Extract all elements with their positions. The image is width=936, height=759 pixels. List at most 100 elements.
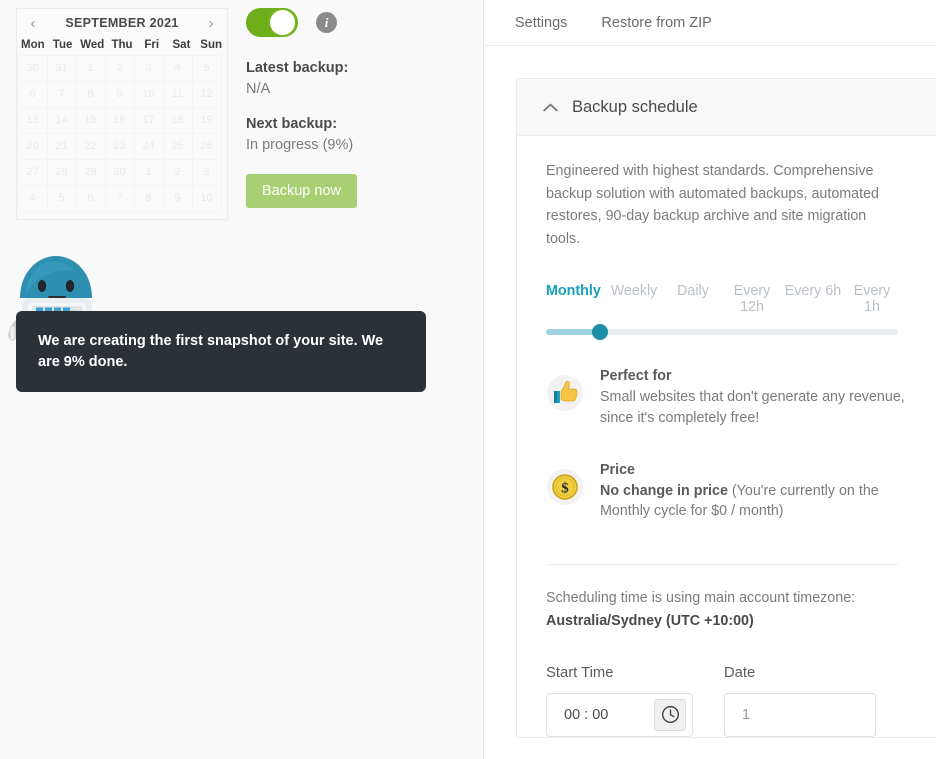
start-time-input[interactable]: 00 : 00: [546, 692, 693, 737]
frequency-option-every-1h[interactable]: Every 1h: [846, 283, 898, 315]
calendar-day-cell[interactable]: 6: [75, 184, 106, 212]
latest-backup-value: N/A: [246, 81, 271, 98]
timezone-note: Scheduling time is using main account ti…: [546, 590, 856, 607]
timezone-value: Australia/Sydney (UTC +10:00): [546, 613, 754, 630]
latest-backup-label: Latest backup:: [246, 60, 349, 76]
clock-icon[interactable]: [654, 698, 686, 731]
calendar-day-cell[interactable]: 29: [75, 158, 106, 186]
calendar-day-cell[interactable]: 14: [46, 106, 77, 134]
tab-restore-from-zip[interactable]: Restore from ZIP: [601, 15, 711, 31]
start-time-field: Start Time 00 : 00: [546, 665, 693, 737]
date-value: 1: [742, 706, 751, 723]
frequency-option-daily[interactable]: Daily: [662, 283, 724, 315]
date-input[interactable]: 1: [724, 692, 876, 737]
calendar-day-cell[interactable]: 25: [162, 132, 193, 160]
frequency-slider[interactable]: [546, 324, 898, 341]
calendar-weekday: Tue: [52, 39, 73, 51]
calendar-prev-month-icon[interactable]: ‹: [23, 16, 43, 31]
frequency-option-every-6h[interactable]: Every 6h: [780, 283, 846, 315]
calendar-weekday: Sun: [200, 39, 223, 51]
calendar-day-cell[interactable]: 7: [46, 80, 77, 108]
calendar-day-cell[interactable]: 5: [46, 184, 77, 212]
calendar-day-cell[interactable]: 8: [133, 184, 164, 212]
calendar-day-cell[interactable]: 27: [17, 158, 48, 186]
calendar-day-cell[interactable]: 4: [17, 184, 48, 212]
toggle-knob: [268, 8, 297, 37]
calendar-next-month-icon[interactable]: ›: [201, 16, 221, 31]
calendar-day-cell[interactable]: 5: [191, 54, 222, 82]
calendar-weekday: Fri: [144, 39, 160, 51]
calendar-day-cell[interactable]: 26: [191, 132, 222, 160]
calendar-day-cell[interactable]: 3: [133, 54, 164, 82]
backup-now-button[interactable]: Backup now: [246, 174, 357, 209]
calendar-day-cell[interactable]: 18: [162, 106, 193, 134]
feature-text-block: Price No change in price (You're current…: [600, 462, 906, 522]
calendar-day-cell[interactable]: 7: [104, 184, 135, 212]
calendar-day-cell[interactable]: 23: [104, 132, 135, 160]
schedule-fields: Start Time 00 : 00 Date 1: [546, 665, 910, 737]
frequency-option-weekly[interactable]: Weekly: [606, 283, 662, 315]
calendar-day-cell[interactable]: 12: [191, 80, 222, 108]
chevron-up-icon[interactable]: [543, 101, 558, 114]
date-field: Date 1: [724, 665, 876, 737]
slider-handle[interactable]: [591, 324, 608, 341]
right-panel: Settings Restore from ZIP Backup schedul…: [485, 0, 936, 759]
frequency-option-monthly[interactable]: Monthly: [546, 283, 606, 315]
feature-description: Small websites that don't generate any r…: [600, 389, 905, 427]
calendar-day-cell[interactable]: 2: [104, 54, 135, 82]
card-body: Engineered with highest standards. Compr…: [517, 136, 936, 737]
frequency-option-every-12h[interactable]: Every 12h: [724, 283, 780, 315]
calendar-day-cell[interactable]: 13: [17, 106, 48, 134]
calendar-weekday-row: Mon Tue Wed Thu Fri Sat Sun: [17, 37, 227, 55]
calendar-day-cell[interactable]: 4: [162, 54, 193, 82]
calendar-day-cell[interactable]: 19: [191, 106, 222, 134]
backup-schedule-card: Backup schedule Engineered with highest …: [516, 78, 936, 738]
calendar-day-cell[interactable]: 1: [133, 158, 164, 186]
feature-description: No change in price (You're currently on …: [600, 481, 906, 522]
card-description: Engineered with highest standards. Compr…: [546, 163, 880, 247]
card-header[interactable]: Backup schedule: [517, 79, 936, 136]
mascot-tooltip: We are creating the first snapshot of yo…: [16, 311, 426, 393]
calendar-day-cell[interactable]: 9: [162, 184, 193, 212]
backup-info-block: Latest backup: N/A Next backup: In progr…: [246, 58, 466, 209]
calendar-day-cell[interactable]: 31: [46, 54, 77, 82]
calendar-day-grid: 30 31 1 2 3 4 5 6 7 8 9 10 11 12 13 14 15 16 17 18 19 20 21 22 2…: [17, 54, 227, 212]
calendar-day-cell[interactable]: 2: [162, 158, 193, 186]
calendar-day-cell[interactable]: 8: [75, 80, 106, 108]
calendar-weekday: Thu: [111, 39, 133, 51]
calendar-day-cell[interactable]: 15: [75, 106, 106, 134]
calendar-day-cell[interactable]: 24: [133, 132, 164, 160]
tab-settings[interactable]: Settings: [515, 15, 567, 31]
calendar-day-cell[interactable]: 9: [104, 80, 135, 108]
calendar-header: ‹ SEPTEMBER 2021 ›: [17, 9, 227, 37]
calendar-day-cell[interactable]: 10: [133, 80, 164, 108]
calendar-month-title: SEPTEMBER 2021: [65, 16, 179, 30]
timezone-block: Scheduling time is using main account ti…: [546, 587, 910, 633]
calendar-weekday: Wed: [80, 39, 105, 51]
calendar-weekday: Mon: [21, 39, 45, 51]
backup-toggle-row: i: [246, 8, 337, 37]
backup-enabled-toggle[interactable]: [246, 8, 298, 37]
calendar-day-cell[interactable]: 30: [17, 54, 48, 82]
calendar-day-cell[interactable]: 30: [104, 158, 135, 186]
calendar-day-cell[interactable]: 11: [162, 80, 193, 108]
calendar-day-cell[interactable]: 21: [46, 132, 77, 160]
calendar-day-cell[interactable]: 16: [104, 106, 135, 134]
calendar-day-cell[interactable]: 3: [191, 158, 222, 186]
calendar-day-cell[interactable]: 28: [46, 158, 77, 186]
calendar-day-cell[interactable]: 10: [191, 184, 222, 212]
calendar-day-cell[interactable]: 1: [75, 54, 106, 82]
info-icon[interactable]: i: [316, 12, 337, 33]
calendar-day-cell[interactable]: 22: [75, 132, 106, 160]
feature-title: Perfect for: [600, 368, 672, 385]
calendar-day-cell[interactable]: 17: [133, 106, 164, 134]
start-time-label: Start Time: [546, 664, 614, 681]
frequency-labels: Monthly Weekly Daily Every 12h Every 6h …: [546, 283, 898, 315]
feature-title: Price: [600, 461, 635, 478]
calendar-day-cell[interactable]: 20: [17, 132, 48, 160]
next-backup-value: In progress (9%): [246, 137, 354, 154]
date-label: Date: [724, 664, 756, 681]
calendar-day-cell[interactable]: 6: [17, 80, 48, 108]
section-divider: [546, 564, 898, 566]
